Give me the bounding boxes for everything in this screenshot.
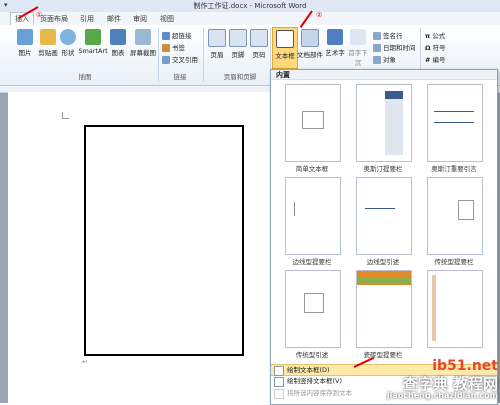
chart-icon <box>110 29 126 45</box>
tab-view[interactable]: 视图 <box>160 14 174 24</box>
hash-icon: # <box>425 56 431 64</box>
header-button[interactable]: 页眉 <box>207 29 227 59</box>
gallery-item-label: 传统型引述 <box>295 351 329 359</box>
gallery-item-traditional-sidebar[interactable] <box>427 177 483 255</box>
shapes-icon <box>60 29 76 45</box>
picture-button[interactable]: 图片 <box>14 29 36 57</box>
cross-reference-button[interactable]: 交叉引用 <box>162 54 198 64</box>
group-label-links: 链接 <box>173 73 187 81</box>
clipart-button[interactable]: 剪贴画 <box>37 29 59 57</box>
date-time-icon <box>373 44 381 52</box>
wordart-icon <box>327 29 343 45</box>
bookmark-icon <box>162 44 170 52</box>
gallery-item-label: 边线型提要栏 <box>292 258 332 266</box>
group-label-header-footer: 页眉和页脚 <box>223 73 257 81</box>
chart-button[interactable]: 图表 <box>107 29 129 57</box>
gallery-header: 内置 <box>271 70 497 80</box>
screenshot-icon <box>135 29 151 45</box>
gallery-item-more[interactable] <box>427 270 483 348</box>
group-label-illustrations: 插图 <box>78 73 92 81</box>
object-icon <box>373 56 381 64</box>
numbering-button[interactable]: # 编号 <box>425 54 446 64</box>
gallery-item-tiles-sidebar[interactable] <box>356 270 412 348</box>
watermark-url: jiaocheng.chazidian.com <box>386 391 498 400</box>
footer-icon <box>229 29 247 47</box>
signature-line-icon <box>373 32 381 40</box>
gallery-item-label: 简单文本框 <box>295 165 329 173</box>
pi-icon: π <box>425 32 431 40</box>
drop-cap-button[interactable]: 首字下沉 <box>346 29 370 67</box>
ribbon-tabs: 插入 页面布局 引用 邮件 审阅 视图 ① ② <box>0 11 500 26</box>
hyperlink-icon <box>162 32 170 40</box>
gallery-item-sideline-sidebar[interactable] <box>285 177 341 255</box>
step-2-marker: ② <box>316 11 323 19</box>
draw-textbox-icon <box>274 366 284 376</box>
paragraph-mark: ↵ <box>82 358 88 366</box>
tab-review[interactable]: 审阅 <box>133 14 147 24</box>
wordart-button[interactable]: 艺术字 <box>323 29 347 57</box>
footer-button[interactable]: 页脚 <box>228 29 248 59</box>
shapes-button[interactable]: 形状 <box>58 29 78 57</box>
textbox-icon <box>276 30 294 48</box>
gallery-item-label: 奥斯汀提要栏 <box>363 165 403 173</box>
screenshot-button[interactable]: 屏幕截图 <box>129 29 157 57</box>
textbox-gallery: 内置 简单文本框 奥斯汀提要栏 奥斯汀重要引言 边线型提要栏 边线型引述 传统型… <box>270 69 498 405</box>
save-selection-icon <box>274 389 284 399</box>
equation-button[interactable]: π 公式 <box>425 30 445 40</box>
gallery-item-sideline-quote[interactable] <box>356 177 412 255</box>
gallery-item-traditional-quote[interactable] <box>285 270 341 348</box>
object-button[interactable]: 对象 <box>373 54 396 64</box>
draw-vertical-textbox-icon <box>274 377 284 387</box>
tab-references[interactable]: 引用 <box>80 14 94 24</box>
gallery-item-label: 边线型引述 <box>366 258 400 266</box>
cross-reference-icon <box>162 56 170 64</box>
bookmark-button[interactable]: 书签 <box>162 42 185 52</box>
tab-mailings[interactable]: 邮件 <box>107 14 121 24</box>
signature-line-button[interactable]: 签名行 <box>373 30 403 40</box>
hyperlink-button[interactable]: 超链接 <box>162 30 192 40</box>
drawn-text-box[interactable] <box>84 125 244 356</box>
quick-parts-icon <box>301 29 319 47</box>
gallery-item-austin-sidebar[interactable] <box>356 84 412 162</box>
gallery-item-label: 瓷砖型提要栏 <box>363 351 403 359</box>
gallery-item-label: 奥斯汀重要引言 <box>431 165 477 173</box>
textbox-button[interactable]: 文本框 <box>272 27 298 69</box>
margin-corner-mark <box>62 112 69 119</box>
quick-parts-button[interactable]: 文档部件 <box>297 29 323 59</box>
step-1-marker: ① <box>36 11 43 19</box>
gallery-item-label: 传统型提要栏 <box>434 258 474 266</box>
watermark-site: ib51.net <box>432 358 498 374</box>
drop-cap-icon <box>350 29 366 45</box>
smartart-icon <box>85 29 101 45</box>
group-separator <box>158 28 159 82</box>
header-icon <box>208 29 226 47</box>
tab-page-layout[interactable]: 页面布局 <box>40 14 68 24</box>
page-number-icon <box>250 29 268 47</box>
symbol-button[interactable]: Ω 符号 <box>425 42 446 52</box>
page-number-button[interactable]: 页码 <box>249 29 269 59</box>
smartart-button[interactable]: SmartArt <box>78 29 108 55</box>
date-time-button[interactable]: 日期和时间 <box>373 42 416 52</box>
group-separator <box>203 28 204 82</box>
gallery-item-simple-textbox[interactable] <box>285 84 341 162</box>
gallery-item-austin-quote[interactable] <box>427 84 483 162</box>
window-title: 制作工作证.docx - Microsoft Word <box>193 2 307 10</box>
clipart-icon <box>40 29 56 45</box>
picture-icon <box>17 29 33 45</box>
omega-icon: Ω <box>425 44 431 52</box>
